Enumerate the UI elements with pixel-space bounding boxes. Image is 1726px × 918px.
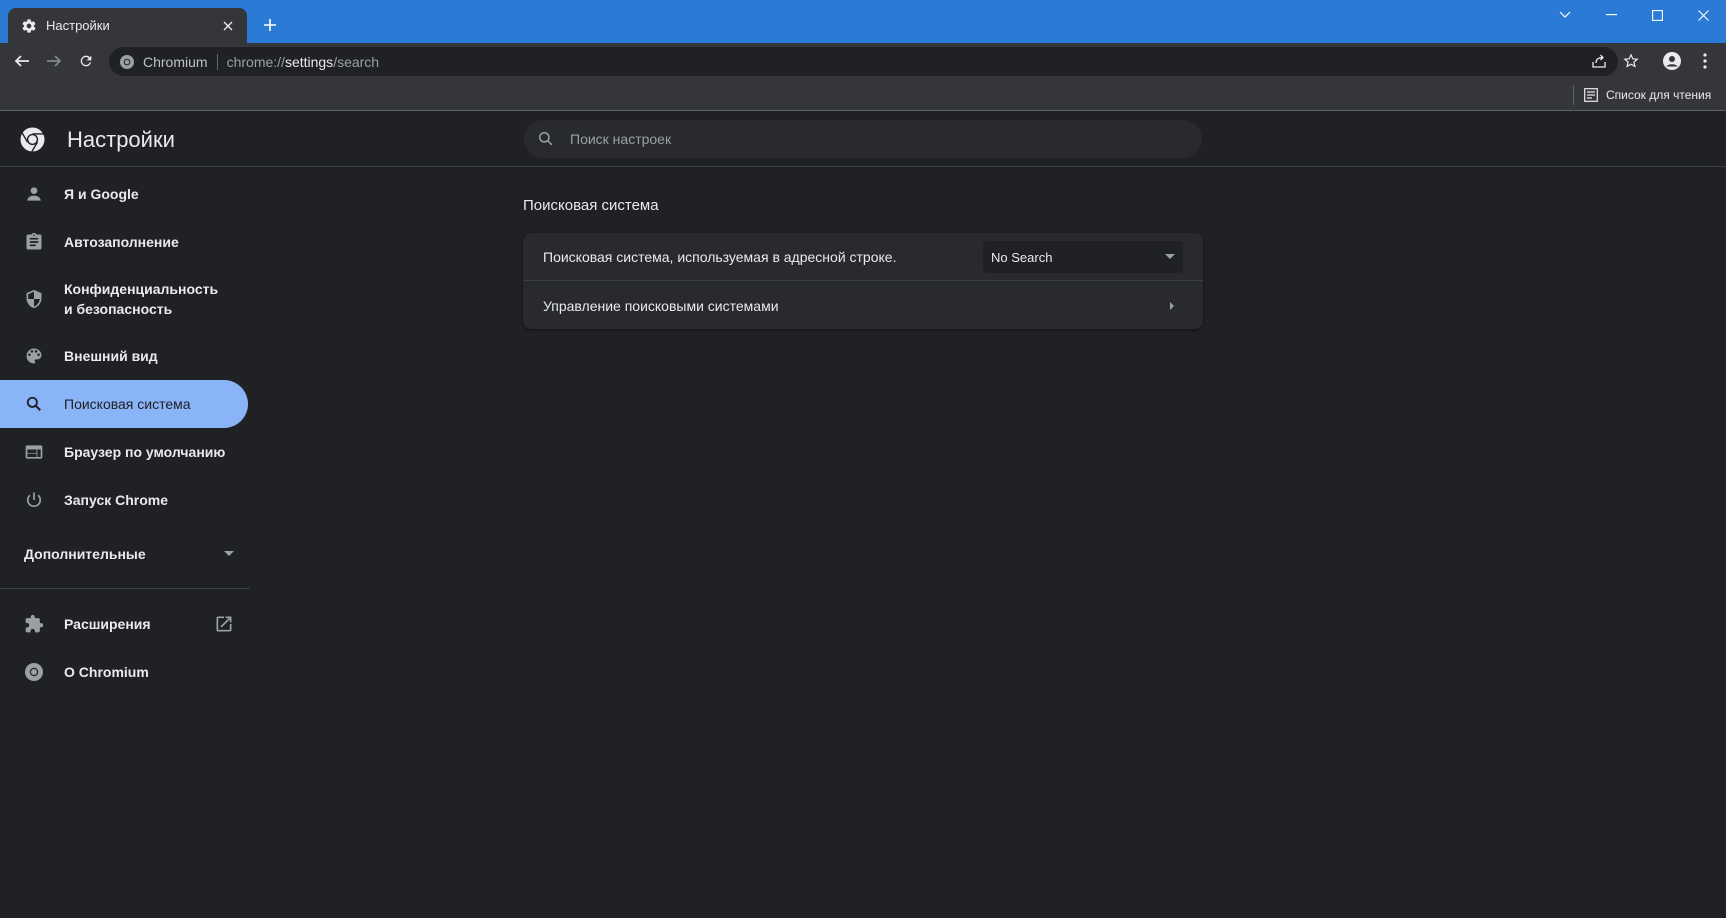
arrow-right-icon <box>1165 299 1179 313</box>
search-engine-value: No Search <box>991 249 1053 265</box>
sidebar-item-label: Браузер по умолчанию <box>64 444 226 460</box>
search-input[interactable] <box>570 131 1170 147</box>
chromium-logo-icon <box>119 54 135 70</box>
tab-search-chevron-icon[interactable] <box>1550 4 1580 26</box>
sidebar-item-label: Поисковая система <box>64 396 191 412</box>
reload-icon[interactable] <box>73 48 99 74</box>
sidebar: Я и Google Автозаполнение Конфиденциальн… <box>0 168 250 918</box>
window-close-icon[interactable] <box>1688 4 1718 26</box>
advanced-label: Дополнительные <box>24 546 146 562</box>
settings-header: Настройки <box>0 112 1726 167</box>
sidebar-item-autofill[interactable]: Автозаполнение <box>0 220 248 264</box>
sidebar-divider <box>0 588 250 589</box>
bookmarks-bar: Список для чтения <box>0 79 1726 111</box>
bookmarks-divider <box>1573 85 1574 105</box>
sidebar-item-label: Я и Google <box>64 186 139 202</box>
reading-list-button[interactable]: Список для чтения <box>1584 84 1711 106</box>
power-icon <box>24 490 44 510</box>
sidebar-item-you-and-google[interactable]: Я и Google <box>0 172 248 216</box>
share-icon[interactable] <box>1586 48 1612 74</box>
sidebar-item-label: Расширения <box>64 616 151 632</box>
minimize-icon[interactable] <box>1596 4 1626 26</box>
sidebar-item-search-engine[interactable]: Поисковая система <box>0 380 248 428</box>
search-icon <box>536 129 556 149</box>
caret-down-icon <box>224 551 234 557</box>
more-vert-icon[interactable] <box>1692 48 1718 74</box>
caret-down-icon <box>1165 254 1175 260</box>
sidebar-item-about[interactable]: О Chromium <box>0 650 248 694</box>
site-name: Chromium <box>143 53 208 70</box>
url-text: chrome://settings/search <box>227 54 380 70</box>
sidebar-item-label: Внешний вид <box>64 348 158 364</box>
title-bar: Настройки <box>0 0 1726 43</box>
chromium-logo-icon <box>20 127 45 152</box>
sidebar-item-label: Конфиденциальность и безопасность <box>64 281 219 317</box>
sidebar-item-label: Автозаполнение <box>64 234 179 250</box>
search-engine-row: Поисковая система, используемая в адресн… <box>523 233 1203 281</box>
tab-title: Настройки <box>46 18 110 33</box>
url-path: /search <box>333 53 380 70</box>
palette-icon <box>24 346 44 366</box>
search-engine-card: Поисковая система, используемая в адресн… <box>523 233 1203 329</box>
advanced-toggle[interactable]: Дополнительные <box>24 542 234 566</box>
forward-arrow-icon[interactable] <box>41 48 67 74</box>
toolbar: Chromium chrome://settings/search <box>0 43 1726 79</box>
sidebar-item-on-startup[interactable]: Запуск Chrome <box>0 478 248 522</box>
url-host: settings <box>284 53 334 70</box>
reading-list-label: Список для чтения <box>1606 88 1712 102</box>
new-tab-button[interactable] <box>259 14 281 36</box>
section-title: Поисковая система <box>523 197 659 214</box>
url-prefix: chrome:// <box>226 53 285 70</box>
maximize-icon[interactable] <box>1642 4 1672 26</box>
gear-icon <box>21 18 37 34</box>
tab-settings[interactable]: Настройки <box>8 8 247 43</box>
sidebar-item-privacy[interactable]: Конфиденциальность и безопасность <box>0 268 248 330</box>
close-icon[interactable] <box>219 17 237 35</box>
browser-window-icon <box>24 442 44 462</box>
shield-icon <box>24 289 44 309</box>
settings-search[interactable] <box>524 120 1202 158</box>
reading-list-icon <box>1584 88 1598 102</box>
bookmark-star-icon[interactable] <box>1618 48 1644 74</box>
manage-search-engines-row[interactable]: Управление поисковыми системами <box>523 282 1203 329</box>
sidebar-item-label: Запуск Chrome <box>64 492 169 508</box>
clipboard-icon <box>24 232 44 252</box>
page-title: Настройки <box>67 127 175 152</box>
back-arrow-icon[interactable] <box>9 48 35 74</box>
sidebar-item-appearance[interactable]: Внешний вид <box>0 334 248 378</box>
address-bar[interactable]: Chromium chrome://settings/search <box>109 47 1618 76</box>
manage-search-engines-label: Управление поисковыми системами <box>543 297 779 314</box>
puzzle-icon <box>24 614 44 634</box>
open-in-new-icon[interactable] <box>214 614 234 634</box>
sidebar-item-extensions[interactable]: Расширения <box>0 602 248 646</box>
profile-avatar-icon[interactable] <box>1659 48 1685 74</box>
sidebar-item-label: О Chromium <box>64 664 149 680</box>
person-icon <box>24 184 44 204</box>
sidebar-item-default-browser[interactable]: Браузер по умолчанию <box>0 430 248 474</box>
address-divider <box>216 53 218 70</box>
search-engine-select[interactable]: No Search <box>983 241 1183 273</box>
chromium-logo-icon <box>24 662 44 682</box>
search-icon <box>24 394 44 414</box>
